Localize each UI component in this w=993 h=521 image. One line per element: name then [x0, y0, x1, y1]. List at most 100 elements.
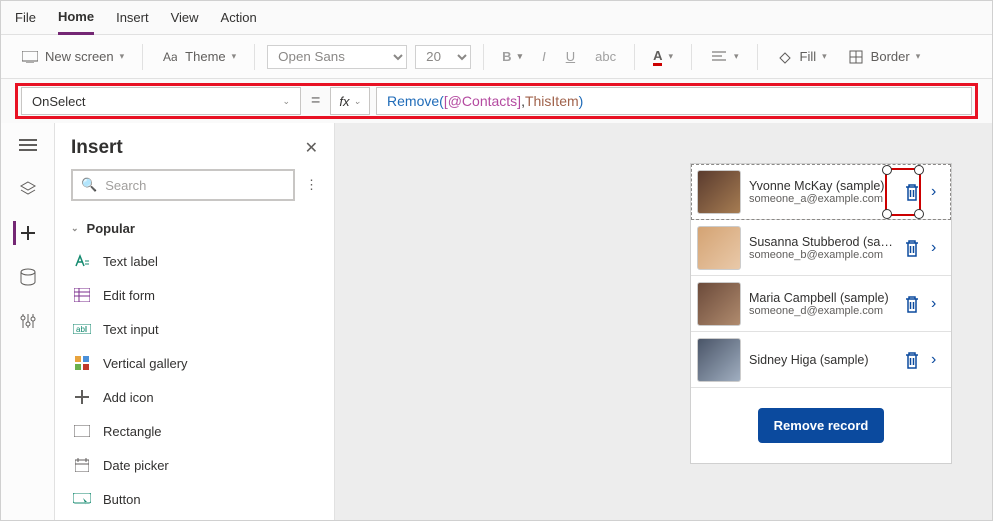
- search-input[interactable]: 🔍 Search: [71, 169, 295, 201]
- insert-item-add-icon[interactable]: Add icon: [55, 380, 334, 414]
- theme-button[interactable]: Aa Theme ▾: [155, 44, 242, 70]
- insert-item-date-picker[interactable]: Date picker: [55, 448, 334, 482]
- chevron-down-icon: ▾: [668, 51, 673, 62]
- app-preview: Yvonne McKay (sample) someone_a@example.…: [690, 163, 952, 464]
- svg-text:Aa: Aa: [163, 50, 177, 64]
- more-icon[interactable]: ⋮: [305, 177, 318, 193]
- avatar: [697, 338, 741, 382]
- italic-button[interactable]: I: [536, 45, 552, 68]
- left-rail: [1, 123, 55, 520]
- chevron-right-icon[interactable]: ›: [931, 239, 945, 257]
- menu-tab-view[interactable]: View: [171, 1, 199, 35]
- font-size-select[interactable]: 20: [415, 45, 471, 69]
- date-picker-icon: [73, 456, 91, 474]
- align-button[interactable]: ▾: [704, 44, 745, 70]
- trash-icon[interactable]: [901, 350, 923, 370]
- divider: [691, 44, 692, 70]
- contact-row[interactable]: Susanna Stubberod (sample) someone_b@exa…: [691, 220, 951, 276]
- menu-tab-file[interactable]: File: [15, 1, 36, 35]
- item-label: Button: [103, 492, 141, 507]
- search-placeholder: Search: [105, 178, 146, 193]
- remove-record-button[interactable]: Remove record: [758, 408, 885, 443]
- search-icon: 🔍: [81, 177, 97, 193]
- group-popular-header[interactable]: ⌄ Popular: [55, 213, 334, 244]
- chevron-down-icon: ▾: [120, 51, 125, 62]
- item-label: Text label: [103, 254, 158, 269]
- menu-tab-home[interactable]: Home: [58, 1, 94, 35]
- trash-icon[interactable]: [901, 238, 923, 258]
- chevron-down-icon: ▾: [518, 51, 523, 62]
- chevron-right-icon[interactable]: ›: [931, 183, 945, 201]
- contact-row[interactable]: Maria Campbell (sample) someone_d@exampl…: [691, 276, 951, 332]
- new-screen-button[interactable]: New screen ▾: [15, 44, 130, 70]
- avatar: [697, 226, 741, 270]
- insert-item-button[interactable]: Button: [55, 482, 334, 516]
- workspace: Insert ✕ 🔍 Search ⋮ ⌄ Popular Text label…: [1, 123, 992, 520]
- property-label: OnSelect: [32, 94, 85, 109]
- token-fn: Remove: [387, 93, 439, 109]
- layers-icon[interactable]: [16, 177, 40, 201]
- chevron-down-icon: ▾: [916, 51, 921, 62]
- theme-icon: Aa: [161, 48, 179, 66]
- insert-item-rectangle[interactable]: Rectangle: [55, 414, 334, 448]
- divider: [634, 44, 635, 70]
- fill-button[interactable]: Fill ▾: [770, 44, 833, 70]
- divider: [142, 44, 143, 70]
- contact-row[interactable]: Yvonne McKay (sample) someone_a@example.…: [691, 164, 951, 220]
- contact-email: someone_d@example.com: [749, 305, 893, 317]
- insert-list: Text label Edit form abText input Vertic…: [55, 244, 334, 516]
- data-icon[interactable]: [16, 265, 40, 289]
- chevron-down-icon: ⌄: [282, 96, 290, 107]
- insert-item-vertical-gallery[interactable]: Vertical gallery: [55, 346, 334, 380]
- bold-button[interactable]: B▾: [496, 45, 528, 68]
- edit-form-icon: [73, 286, 91, 304]
- chevron-down-icon: ⌄: [71, 223, 79, 234]
- border-icon: [847, 48, 865, 66]
- font-color-button[interactable]: A ▾: [647, 44, 679, 70]
- chevron-right-icon[interactable]: ›: [931, 295, 945, 313]
- insert-rail-icon[interactable]: [13, 221, 40, 245]
- property-selector[interactable]: OnSelect ⌄: [21, 87, 301, 115]
- vertical-gallery-icon: [73, 354, 91, 372]
- insert-item-edit-form[interactable]: Edit form: [55, 278, 334, 312]
- selection-handles: [885, 168, 921, 216]
- insert-panel-title: Insert: [71, 137, 123, 159]
- avatar: [697, 170, 741, 214]
- rectangle-icon: [73, 422, 91, 440]
- contact-row[interactable]: Sidney Higa (sample) ›: [691, 332, 951, 388]
- token-arg: ThisItem: [525, 93, 579, 109]
- border-label: Border: [871, 49, 910, 64]
- settings-icon[interactable]: [16, 309, 40, 333]
- trash-icon[interactable]: [901, 294, 923, 314]
- formula-input[interactable]: Remove( [@Contacts], ThisItem ): [376, 87, 972, 115]
- chevron-down-icon: ▾: [232, 51, 237, 62]
- contact-name: Maria Campbell (sample): [749, 291, 893, 305]
- close-icon[interactable]: ✕: [305, 138, 318, 158]
- item-label: Rectangle: [103, 424, 162, 439]
- screen-icon: [21, 48, 39, 66]
- new-screen-label: New screen: [45, 49, 114, 64]
- item-label: Add icon: [103, 390, 154, 405]
- text-label-icon: [73, 252, 91, 270]
- menu-tab-insert[interactable]: Insert: [116, 1, 149, 35]
- fill-label: Fill: [800, 49, 817, 64]
- fx-button[interactable]: fx ⌄: [330, 87, 370, 115]
- chevron-right-icon[interactable]: ›: [931, 351, 945, 369]
- insert-item-text-input[interactable]: abText input: [55, 312, 334, 346]
- avatar: [697, 282, 741, 326]
- insert-item-text-label[interactable]: Text label: [55, 244, 334, 278]
- canvas[interactable]: Yvonne McKay (sample) someone_a@example.…: [335, 123, 992, 520]
- item-label: Edit form: [103, 288, 155, 303]
- group-label: Popular: [87, 221, 135, 236]
- menu-tab-action[interactable]: Action: [221, 1, 257, 35]
- strike-button[interactable]: abc: [589, 45, 622, 68]
- item-label: Date picker: [103, 458, 169, 473]
- theme-label: Theme: [185, 49, 225, 64]
- contact-name: Sidney Higa (sample): [749, 353, 893, 367]
- tree-view-icon[interactable]: [16, 133, 40, 157]
- font-family-select[interactable]: Open Sans: [267, 45, 407, 69]
- menubar: File Home Insert View Action: [1, 1, 992, 35]
- underline-button[interactable]: U: [560, 45, 581, 68]
- border-button[interactable]: Border ▾: [841, 44, 927, 70]
- divider: [254, 44, 255, 70]
